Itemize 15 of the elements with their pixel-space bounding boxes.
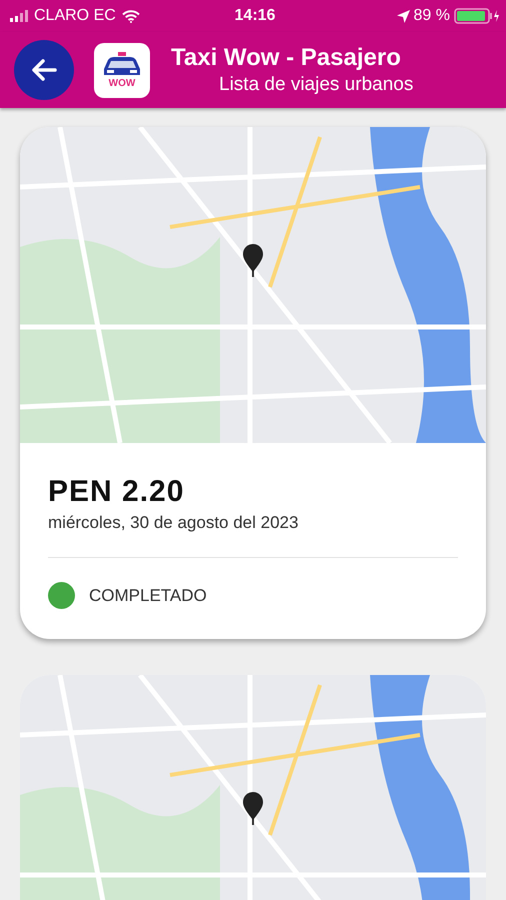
- battery-percent: 89 %: [414, 7, 450, 25]
- signal-icon: [10, 10, 28, 22]
- clock-time: 14:16: [234, 7, 276, 25]
- trip-card[interactable]: PEN 2.20 miércoles, 30 de agosto del 2023 COMPLETADO: [20, 127, 486, 639]
- carrier-name: CLARO EC: [34, 7, 116, 25]
- battery-icon: [454, 8, 500, 24]
- location-arrow-icon: [396, 10, 410, 22]
- page-subtitle: Lista de viajes urbanos: [219, 74, 414, 96]
- logo-text: WOW: [108, 79, 136, 89]
- page-title: Taxi Wow - Pasajero: [171, 44, 402, 72]
- trip-price: PEN 2.20: [48, 475, 186, 509]
- wifi-icon: [122, 10, 140, 22]
- trip-date: miércoles, 30 de agosto del 2023: [48, 513, 300, 533]
- trip-status: COMPLETADO: [89, 586, 207, 606]
- arrow-left-icon: [31, 58, 57, 82]
